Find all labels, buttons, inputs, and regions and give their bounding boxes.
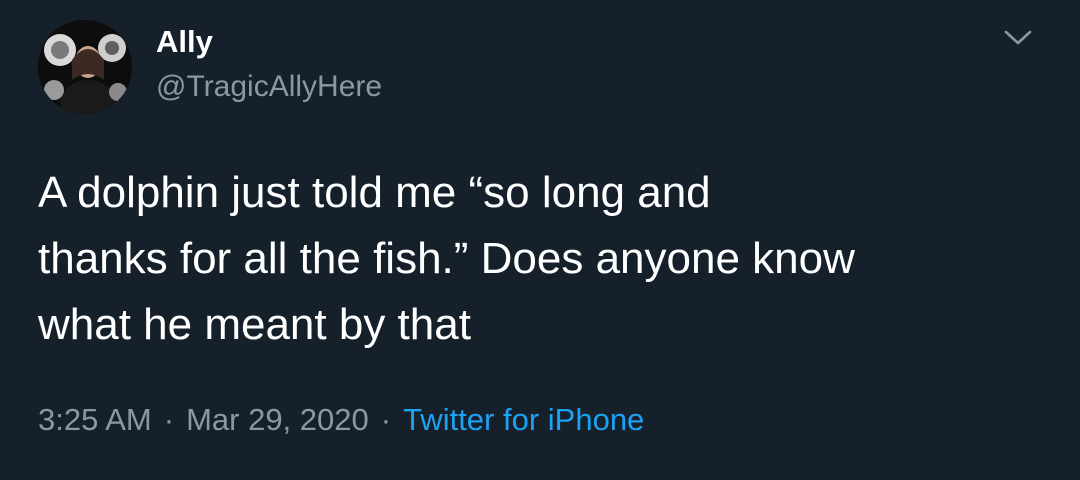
tweet-card: Ally @TragicAllyHere A dolphin just told… — [0, 0, 1080, 480]
tweet-time[interactable]: 3:25 AM — [38, 402, 152, 437]
chevron-down-icon[interactable] — [1000, 22, 1036, 52]
tweet-text: A dolphin just told me “so long and than… — [38, 160, 1048, 358]
avatar[interactable] — [38, 20, 132, 114]
meta-separator: · — [380, 402, 392, 437]
tweet-date[interactable]: Mar 29, 2020 — [186, 402, 369, 437]
meta-separator: · — [163, 402, 175, 437]
tweet-source-link[interactable]: Twitter for iPhone — [403, 402, 644, 437]
tweet-text-line: thanks for all the fish.” Does anyone kn… — [38, 234, 855, 283]
tweet-meta: 3:25 AM · Mar 29, 2020 · Twitter for iPhone — [38, 400, 644, 440]
tweet-text-line: A dolphin just told me “so long and — [38, 168, 711, 217]
profile-photo-icon — [38, 20, 132, 114]
tweet-text-line: what he meant by that — [38, 300, 471, 349]
author-display-name[interactable]: Ally — [156, 22, 213, 62]
author-handle[interactable]: @TragicAllyHere — [156, 68, 382, 106]
